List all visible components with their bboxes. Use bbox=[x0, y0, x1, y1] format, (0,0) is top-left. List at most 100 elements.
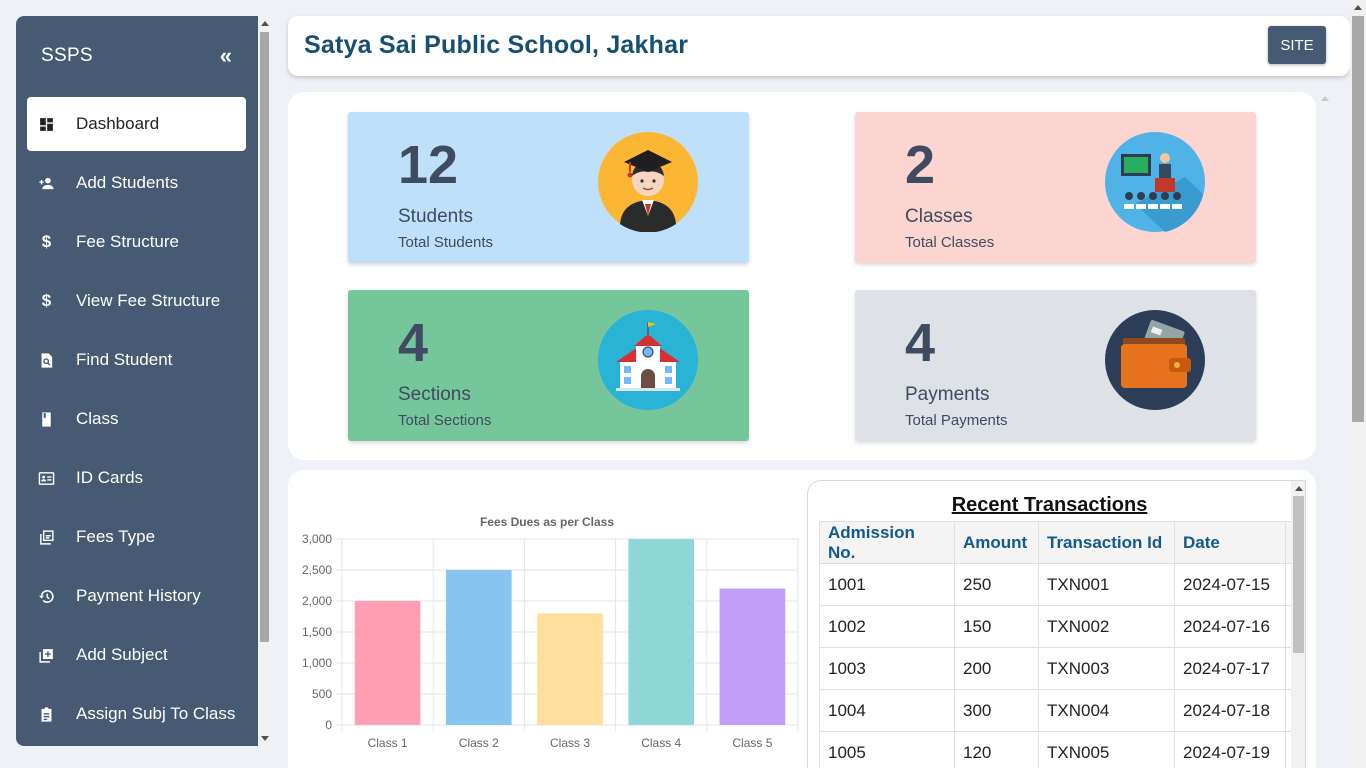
column-header[interactable]: Admission No. bbox=[819, 521, 955, 564]
book-icon bbox=[37, 410, 56, 429]
wallet-icon bbox=[1105, 310, 1205, 410]
y-tick-label: 500 bbox=[312, 687, 332, 701]
document-search-icon bbox=[37, 351, 56, 370]
scroll-down-arrow-icon[interactable] bbox=[261, 736, 269, 741]
y-tick-label: 0 bbox=[325, 718, 332, 732]
sidebar-item-fee-structure[interactable]: $ Fee Structure bbox=[27, 215, 246, 269]
table-header-row: Admission No. Amount Transaction Id Date bbox=[819, 521, 1296, 564]
sidebar-item-payment-history[interactable]: Payment History bbox=[27, 569, 246, 623]
sidebar-item-add-subject[interactable]: Add Subject bbox=[27, 628, 246, 682]
amount-cell: 250 bbox=[954, 563, 1039, 606]
sidebar-item-id-cards[interactable]: ID Cards bbox=[27, 451, 246, 505]
stat-sublabel: Total Payments bbox=[905, 412, 1008, 429]
admission-no-cell: 1003 bbox=[819, 647, 955, 690]
table-row[interactable]: 1003 200 TXN003 2024-07-17 bbox=[819, 647, 1296, 690]
chart-title: Fees Dues as per Class bbox=[480, 515, 614, 529]
transaction-id-cell: TXN002 bbox=[1038, 605, 1175, 648]
site-button[interactable]: SITE bbox=[1268, 26, 1326, 64]
admission-no-cell: 1002 bbox=[819, 605, 955, 648]
date-cell: 2024-07-18 bbox=[1174, 689, 1286, 732]
scroll-up-arrow-icon[interactable] bbox=[1295, 486, 1303, 491]
chart-bar[interactable] bbox=[445, 570, 512, 725]
amount-cell: 150 bbox=[954, 605, 1039, 648]
column-header[interactable]: Date bbox=[1174, 521, 1286, 564]
y-tick-label: 1,500 bbox=[302, 625, 332, 639]
dashboard-icon bbox=[37, 115, 56, 134]
amount-cell: 200 bbox=[954, 647, 1039, 690]
school-building-icon bbox=[598, 310, 698, 410]
chart-bar[interactable] bbox=[354, 601, 421, 725]
sidebar-item-find-student[interactable]: Find Student bbox=[27, 333, 246, 387]
stats-panel: 12 Students Total Students 2 Classes Tot… bbox=[288, 92, 1329, 460]
transactions-scrollbar[interactable] bbox=[1291, 481, 1305, 768]
chart-bar[interactable] bbox=[537, 613, 603, 725]
sidebar-item-label: View Fee Structure bbox=[76, 291, 221, 310]
stat-card-payments[interactable]: 4 Payments Total Payments bbox=[855, 290, 1256, 441]
transaction-id-cell: TXN001 bbox=[1038, 563, 1175, 606]
transaction-id-cell: TXN004 bbox=[1038, 689, 1175, 732]
stat-card-sections[interactable]: 4 Sections Total Sections bbox=[348, 290, 749, 441]
scrollbar-thumb[interactable] bbox=[1352, 16, 1364, 422]
stat-card-classes[interactable]: 2 Classes Total Classes bbox=[855, 112, 1256, 263]
chart-bar[interactable] bbox=[719, 588, 786, 725]
stat-card-students[interactable]: 12 Students Total Students bbox=[348, 112, 749, 263]
column-header[interactable]: Transaction Id bbox=[1038, 521, 1175, 564]
stat-value: 4 bbox=[398, 313, 429, 373]
transactions-title: Recent Transactions bbox=[951, 494, 1148, 516]
clipboard-icon bbox=[37, 705, 56, 724]
column-header[interactable]: Amount bbox=[954, 521, 1039, 564]
x-tick-label: Class 4 bbox=[641, 736, 681, 750]
chart-bar[interactable] bbox=[628, 539, 695, 725]
table-row[interactable]: 1002 150 TXN002 2024-07-16 bbox=[819, 605, 1296, 648]
table-row[interactable]: 1005 120 TXN005 2024-07-19 bbox=[819, 731, 1296, 768]
y-tick-label: 2,000 bbox=[302, 594, 332, 608]
amount-cell: 300 bbox=[954, 689, 1039, 732]
page-title: Satya Sai Public School, Jakhar bbox=[304, 31, 689, 59]
chart-canvas: Fees Dues as per Class 0 500 1,000 1,500 2,0… bbox=[302, 515, 799, 750]
stat-label: Classes bbox=[905, 206, 973, 227]
sidebar-item-label: Payment History bbox=[76, 586, 201, 605]
x-tick-label: Class 1 bbox=[368, 736, 408, 750]
scroll-up-arrow-icon[interactable] bbox=[1354, 5, 1362, 10]
dollar-icon: $ bbox=[41, 291, 52, 310]
scrollbar-thumb[interactable] bbox=[1293, 496, 1304, 653]
sidebar-item-add-students[interactable]: Add Students bbox=[27, 156, 246, 210]
table-row[interactable]: 1001 250 TXN001 2024-07-15 bbox=[819, 563, 1296, 606]
graduate-icon bbox=[598, 132, 698, 232]
page-scrollbar[interactable] bbox=[1350, 0, 1366, 768]
sidebar-item-label: Find Student bbox=[76, 350, 173, 369]
sidebar-item-label: Assign Subj To Class bbox=[76, 704, 236, 723]
stat-label: Payments bbox=[905, 384, 990, 405]
dollar-icon: $ bbox=[41, 232, 52, 251]
admission-no-cell: 1004 bbox=[819, 689, 955, 732]
stat-sublabel: Total Students bbox=[398, 234, 494, 251]
sidebar-item-label: Class bbox=[76, 409, 119, 428]
stat-sublabel: Total Classes bbox=[905, 234, 995, 251]
scrollbar-thumb[interactable] bbox=[260, 32, 269, 642]
stat-value: 4 bbox=[905, 313, 936, 373]
sidebar-item-class[interactable]: Class bbox=[27, 392, 246, 446]
stat-sublabel: Total Sections bbox=[398, 412, 492, 429]
library-add-icon bbox=[37, 528, 56, 547]
bottom-panel: Fees Dues as per Class 0 500 1,000 1,500 2,0… bbox=[288, 470, 1316, 768]
sidebar-item-dashboard[interactable]: Dashboard bbox=[27, 97, 246, 151]
double-chevron-left-icon[interactable]: « bbox=[220, 45, 232, 67]
transaction-id-cell: TXN005 bbox=[1038, 731, 1175, 768]
amount-cell: 120 bbox=[954, 731, 1039, 768]
sidebar-item-label: ID Cards bbox=[76, 468, 144, 487]
sidebar-item-assign-subj-to-class[interactable]: Assign Subj To Class bbox=[27, 687, 246, 741]
sidebar-item-label: Add Subject bbox=[76, 645, 168, 664]
recent-transactions: Recent Transactions Admission No. Amount… bbox=[807, 480, 1306, 768]
sidebar-item-view-fee-structure[interactable]: $ View Fee Structure bbox=[27, 274, 246, 328]
sidebar-scrollbar[interactable] bbox=[258, 16, 271, 746]
sidebar-item-label: Add Students bbox=[76, 173, 179, 192]
classroom-icon bbox=[1105, 132, 1205, 232]
x-tick-label: Class 2 bbox=[459, 736, 499, 750]
sidebar-item-label: Fees Type bbox=[76, 527, 156, 546]
scroll-up-arrow-icon[interactable] bbox=[261, 21, 269, 26]
scroll-up-arrow-icon[interactable] bbox=[1321, 96, 1329, 101]
sidebar-item-fees-type[interactable]: Fees Type bbox=[27, 510, 246, 564]
add-box-icon bbox=[37, 646, 56, 665]
table-row[interactable]: 1004 300 TXN004 2024-07-18 bbox=[819, 689, 1296, 732]
sidebar-menu: Dashboard Add Students $ Fee Structure $… bbox=[27, 97, 246, 746]
